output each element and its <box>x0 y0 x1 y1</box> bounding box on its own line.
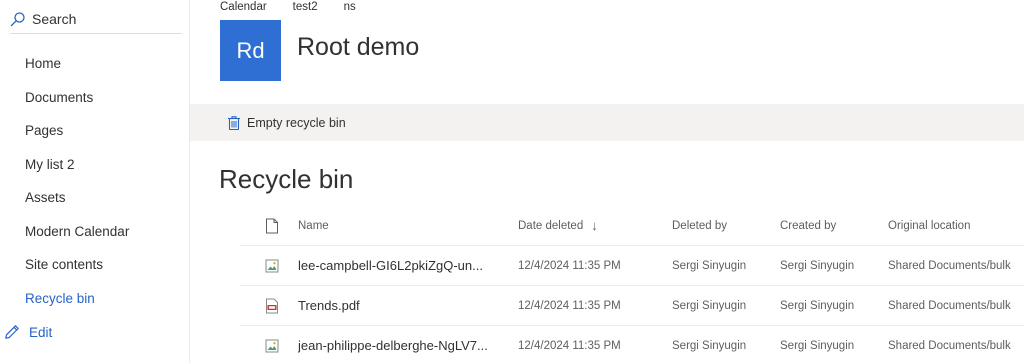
file-type-icon <box>266 218 278 233</box>
file-name[interactable]: lee-campbell-GI6L2pkiZgQ-un... <box>298 246 498 285</box>
nav-item-site-contents[interactable]: Site contents <box>0 248 189 282</box>
trash-icon <box>228 115 240 130</box>
row-icon-cell <box>262 326 282 363</box>
site-title[interactable]: Root demo <box>297 33 419 62</box>
column-header-date-deleted[interactable]: Date deleted ↓ <box>518 206 658 245</box>
column-header-name[interactable]: Name <box>298 206 498 245</box>
nav-item-documents[interactable]: Documents <box>0 81 189 115</box>
topnav-link-test2[interactable]: test2 <box>293 1 318 13</box>
deleted-by-cell: Sergi Sinyugin <box>672 339 747 352</box>
table-row[interactable]: jean-philippe-delberghe-NgLV7... 12/4/20… <box>240 326 1024 363</box>
empty-recycle-bin-button[interactable]: Empty recycle bin <box>227 115 346 131</box>
sort-descending-icon: ↓ <box>591 218 598 233</box>
column-header-created-by[interactable]: Created by <box>780 206 880 245</box>
table-header-row: Name Date deleted ↓ Deleted by Created b… <box>240 206 1024 246</box>
edit-nav-button[interactable]: Edit <box>4 322 52 342</box>
nav-item-pages[interactable]: Pages <box>0 114 189 148</box>
pdf-file-icon <box>266 298 278 313</box>
created-by-cell: Sergi Sinyugin <box>780 339 855 352</box>
nav-item-assets[interactable]: Assets <box>0 181 189 215</box>
row-icon-cell <box>262 246 282 285</box>
search-label: Search <box>32 10 77 27</box>
original-location-cell: Shared Documents/bulk <box>888 299 1011 312</box>
original-location-cell: Shared Documents/bulk <box>888 259 1011 272</box>
file-name[interactable]: Trends.pdf <box>298 286 498 325</box>
original-location-cell: Shared Documents/bulk <box>888 339 1011 352</box>
edit-label: Edit <box>29 324 53 340</box>
pencil-icon <box>5 325 19 339</box>
row-icon-cell <box>262 286 282 325</box>
table-row[interactable]: Trends.pdf 12/4/2024 11:35 PM Sergi Siny… <box>240 286 1024 326</box>
site-logo[interactable]: Rd <box>220 20 281 81</box>
deleted-by-cell: Sergi Sinyugin <box>672 299 747 312</box>
nav-item-home[interactable]: Home <box>0 47 189 81</box>
created-by-cell: Sergi Sinyugin <box>780 299 855 312</box>
table-row[interactable]: lee-campbell-GI6L2pkiZgQ-un... 12/4/2024… <box>240 246 1024 286</box>
column-header-deleted-by[interactable]: Deleted by <box>672 206 772 245</box>
nav-item-modern-calendar[interactable]: Modern Calendar <box>0 215 189 249</box>
date-deleted-cell: 12/4/2024 11:35 PM <box>518 299 621 312</box>
column-header-original-location[interactable]: Original location <box>888 206 1024 245</box>
image-file-icon <box>265 259 279 272</box>
date-deleted-header-label: Date deleted <box>518 219 584 232</box>
topnav-link-ns[interactable]: ns <box>344 1 356 13</box>
site-nav: Home Documents Pages My list 2 Assets Mo… <box>0 47 189 315</box>
search-box[interactable]: Search <box>10 4 182 34</box>
date-deleted-cell: 12/4/2024 11:35 PM <box>518 339 621 352</box>
created-by-cell: Sergi Sinyugin <box>780 259 855 272</box>
recycle-bin-list: Name Date deleted ↓ Deleted by Created b… <box>240 206 1024 363</box>
date-deleted-cell: 12/4/2024 11:35 PM <box>518 259 621 272</box>
top-navigation: Calendar test2 ns <box>220 1 356 13</box>
empty-recycle-bin-label: Empty recycle bin <box>247 115 346 130</box>
file-name[interactable]: jean-philippe-delberghe-NgLV7... <box>298 326 498 363</box>
command-bar: Empty recycle bin <box>190 104 1024 141</box>
left-navigation: Search Home Documents Pages My list 2 As… <box>0 0 190 363</box>
page-title: Recycle bin <box>219 164 354 194</box>
topnav-link-calendar[interactable]: Calendar <box>220 1 267 13</box>
deleted-by-cell: Sergi Sinyugin <box>672 259 747 272</box>
image-file-icon <box>265 339 279 352</box>
nav-item-my-list-2[interactable]: My list 2 <box>0 148 189 182</box>
nav-item-recycle-bin[interactable]: Recycle bin <box>0 282 189 316</box>
search-icon <box>10 11 25 26</box>
file-type-column-header[interactable] <box>262 206 282 245</box>
